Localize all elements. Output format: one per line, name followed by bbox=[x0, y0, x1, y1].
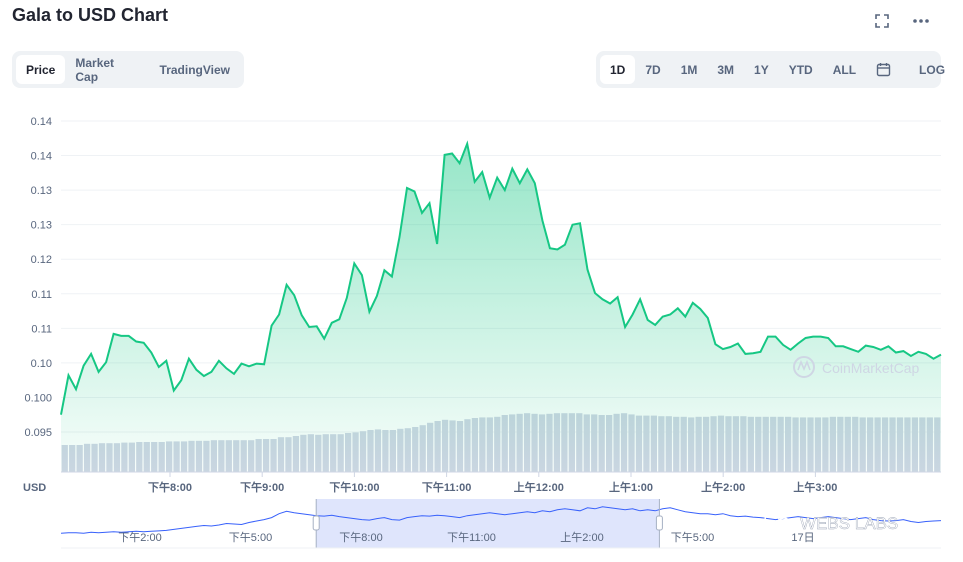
x-tick-label: 下午11:00 bbox=[422, 480, 472, 494]
navigator-tick-label: 下午11:00 bbox=[447, 531, 496, 544]
x-tick-label: 下午9:00 bbox=[240, 480, 284, 494]
navigator-tick-label: 下午2:00 bbox=[118, 531, 161, 544]
navigator-handle[interactable] bbox=[655, 515, 663, 531]
y-tick-label: 0.14 bbox=[31, 116, 52, 128]
y-tick-label: 0.14 bbox=[31, 151, 52, 163]
navigator-tick-label: 上午2:00 bbox=[560, 531, 603, 544]
x-tick-label: 上午1:00 bbox=[609, 480, 653, 494]
x-tick-label: 下午8:00 bbox=[148, 480, 192, 494]
y-tick-label: 0.095 bbox=[24, 427, 52, 439]
y-tick-label: 0.12 bbox=[31, 254, 52, 266]
price-chart[interactable]: 0.14 0.14 0.13 0.13 0.12 0.11 0.11 0.10 0.100 0.0… bbox=[0, 0, 963, 562]
y-tick-label: 0.13 bbox=[31, 185, 52, 197]
currency-label: USD bbox=[23, 482, 46, 494]
navigator-tick-label: 下午5:00 bbox=[229, 531, 272, 544]
x-tick-label: 下午10:00 bbox=[329, 480, 379, 494]
y-tick-label: 0.10 bbox=[31, 358, 52, 370]
price-area bbox=[61, 143, 941, 473]
navigator-tick-label: 17日 bbox=[791, 532, 814, 544]
y-tick-label: 0.100 bbox=[24, 392, 52, 404]
y-tick-label: 0.13 bbox=[31, 220, 52, 232]
watermark-text: CoinMarketCap bbox=[822, 360, 919, 376]
y-tick-label: 0.11 bbox=[31, 289, 52, 301]
x-tick-label: 上午2:00 bbox=[701, 480, 745, 494]
navigator-handle[interactable] bbox=[312, 515, 320, 531]
navigator-tick-label: 下午5:00 bbox=[671, 531, 714, 544]
webs-labs-text: WEBS LABS bbox=[800, 514, 898, 533]
webs-labs-logo: WEBS LABS bbox=[764, 512, 898, 533]
y-tick-label: 0.11 bbox=[31, 323, 52, 335]
x-tick-label: 上午3:00 bbox=[793, 480, 837, 494]
x-tick-label: 上午12:00 bbox=[514, 480, 564, 494]
navigator-tick-label: 下午8:00 bbox=[339, 531, 382, 544]
